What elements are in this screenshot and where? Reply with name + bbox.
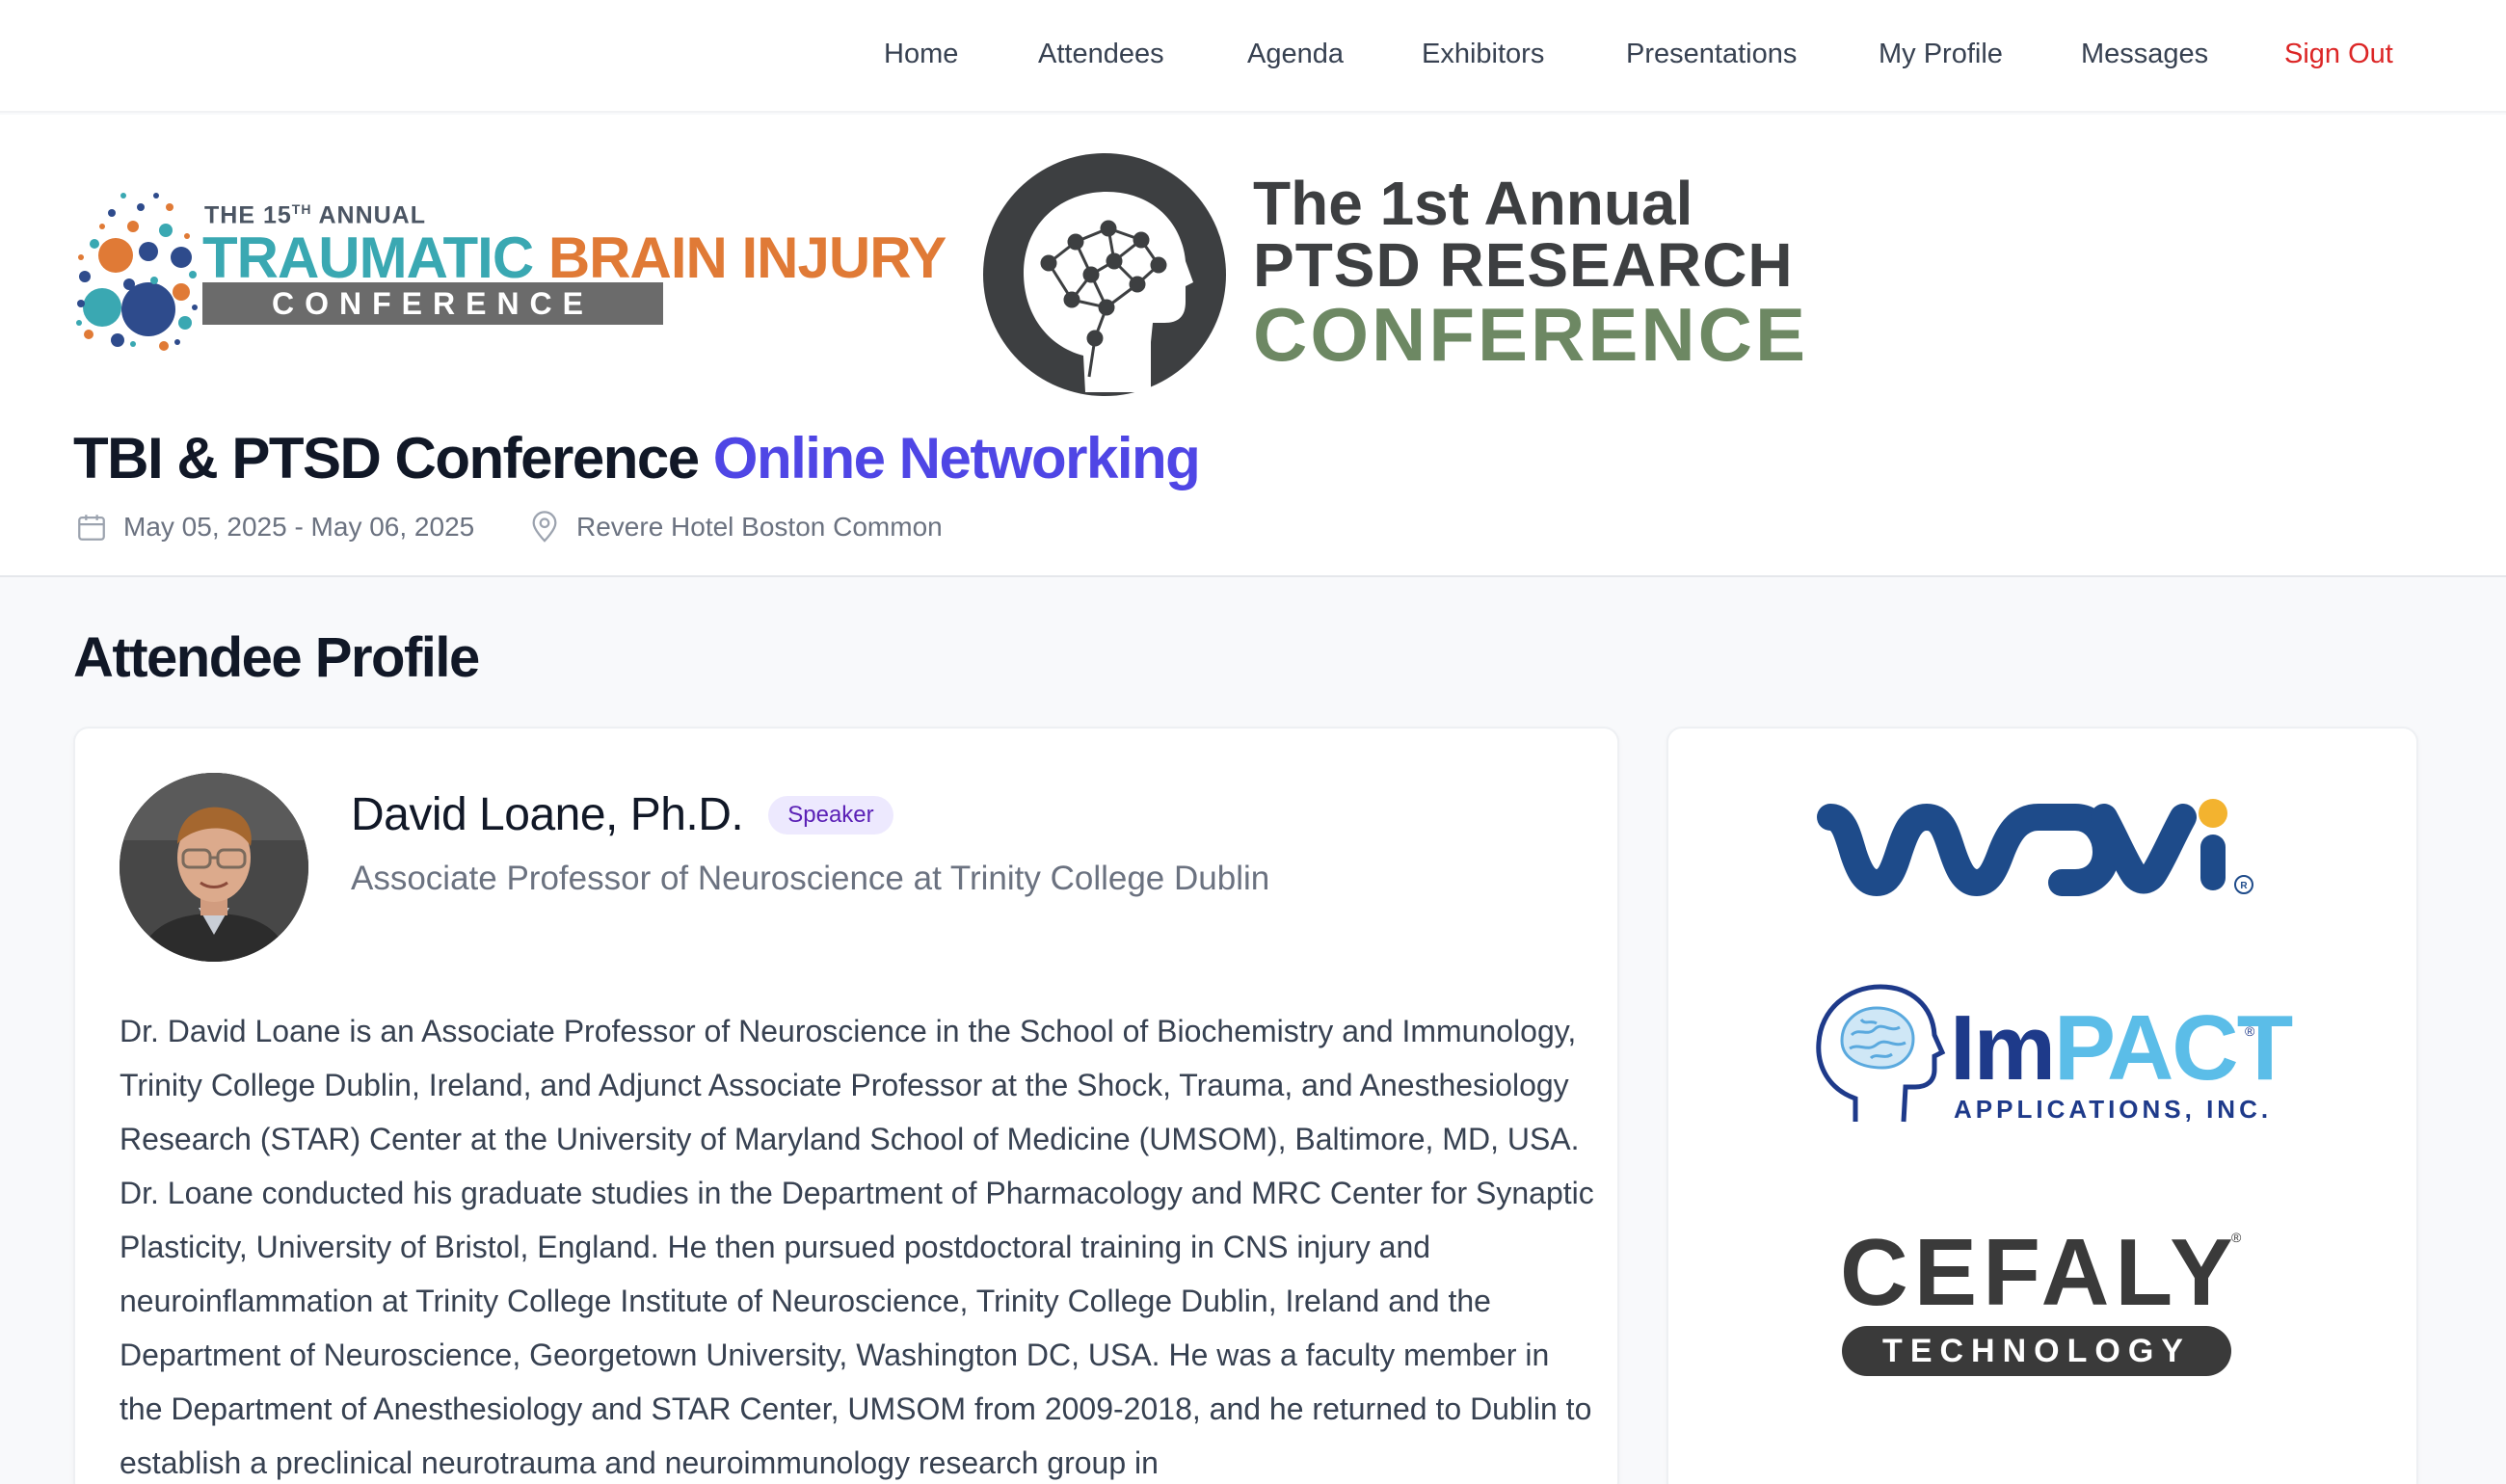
nav-home[interactable]: Home bbox=[884, 37, 958, 71]
event-location: Revere Hotel Boston Common bbox=[528, 508, 943, 546]
sponsor-wavi-logo[interactable]: R bbox=[1815, 796, 2268, 902]
event-header: THE 15TH ANNUAL TRAUMATIC BRAIN INJURY C… bbox=[0, 115, 2506, 577]
event-title: TBI & PTSD Conference Online Networking bbox=[73, 426, 1201, 490]
impact-head-icon bbox=[1816, 984, 1946, 1123]
wavi-logo-icon: R bbox=[1817, 799, 2253, 896]
nav-messages[interactable]: Messages bbox=[2081, 37, 2208, 71]
ptsd-conference-logo: The 1st Annual PTSD RESEARCH CONFERENCE bbox=[979, 149, 1805, 400]
nav-sign-out[interactable]: Sign Out bbox=[2284, 37, 2393, 71]
sponsors-card: R ImPACT ® APPLICATIONS, INC. CEFALY ® T… bbox=[1666, 727, 2418, 1484]
person-photo-icon bbox=[120, 773, 308, 962]
sponsor-cefaly-logo[interactable]: CEFALY ® TECHNOLOGY bbox=[1840, 1224, 2245, 1378]
registered-icon: ® bbox=[2245, 1023, 2255, 1039]
tbi-conference-logo: THE 15TH ANNUAL TRAUMATIC BRAIN INJURY C… bbox=[73, 188, 946, 361]
registered-icon: ® bbox=[2231, 1230, 2242, 1245]
map-pin-icon bbox=[532, 511, 557, 543]
nav-my-profile[interactable]: My Profile bbox=[1879, 37, 2003, 71]
attendee-bio: Dr. David Loane is an Associate Professo… bbox=[120, 1014, 1594, 1480]
section-title: Attendee Profile bbox=[73, 626, 480, 689]
svg-text:R: R bbox=[2240, 881, 2248, 891]
top-nav: Home Attendees Agenda Exhibitors Present… bbox=[0, 0, 2506, 113]
brain-head-icon bbox=[983, 153, 1226, 396]
event-dates: May 05, 2025 - May 06, 2025 bbox=[75, 508, 474, 546]
name-row: David Loane, Ph.D. Speaker bbox=[351, 788, 893, 842]
nav-presentations[interactable]: Presentations bbox=[1626, 37, 1797, 71]
nav-agenda[interactable]: Agenda bbox=[1247, 37, 1344, 71]
attendee-title: Associate Professor of Neuroscience at T… bbox=[351, 860, 1270, 897]
nav-attendees[interactable]: Attendees bbox=[1038, 37, 1164, 71]
attendee-name: David Loane, Ph.D. bbox=[351, 789, 744, 840]
avatar bbox=[120, 773, 308, 962]
speaker-badge: Speaker bbox=[768, 796, 893, 835]
dots-cluster-icon bbox=[76, 193, 198, 351]
profile-card: David Loane, Ph.D. Speaker Associate Pro… bbox=[73, 727, 1619, 1484]
calendar-icon bbox=[78, 515, 105, 541]
nav-exhibitors[interactable]: Exhibitors bbox=[1422, 37, 1544, 71]
sponsor-impact-logo[interactable]: ImPACT ® APPLICATIONS, INC. bbox=[1813, 981, 2293, 1126]
